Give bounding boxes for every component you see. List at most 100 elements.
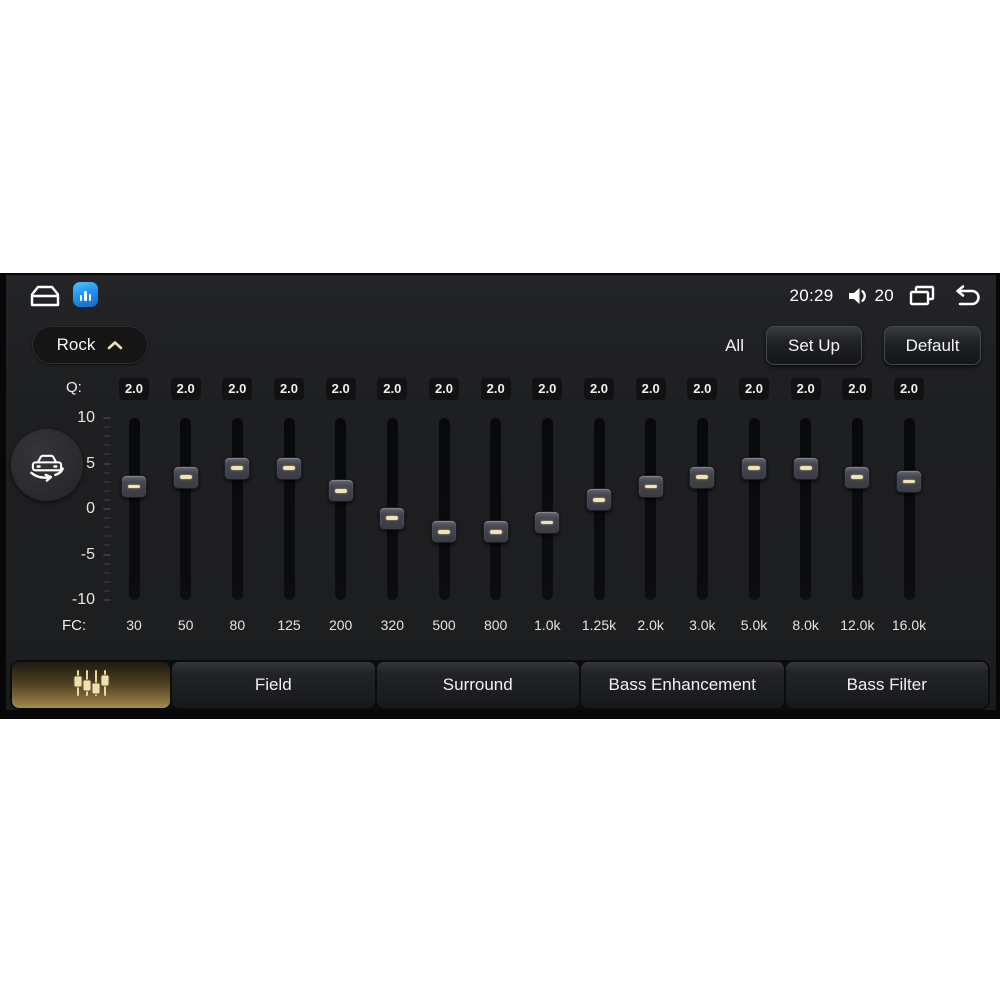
preset-label: Rock <box>56 335 96 354</box>
axis-tick <box>103 417 111 419</box>
axis-tick <box>103 535 111 538</box>
slider-fill <box>232 468 242 600</box>
slider-fill <box>594 500 604 600</box>
fc-value: 125 <box>277 617 301 633</box>
axis-label: -5 <box>80 545 95 563</box>
fc-value: 1.25k <box>581 617 617 633</box>
slider-handle[interactable] <box>121 474 147 498</box>
q-value: 2.0 <box>222 378 253 400</box>
fc-value: 500 <box>432 617 456 633</box>
back-icon[interactable] <box>950 284 982 308</box>
q-value: 2.0 <box>739 378 769 400</box>
slider-handle[interactable] <box>896 470 922 494</box>
slider-handle[interactable] <box>844 465 871 489</box>
tab-equalizer[interactable] <box>12 662 170 708</box>
recent-apps-icon[interactable] <box>907 284 937 308</box>
volume-icon <box>846 285 870 307</box>
slider-handle[interactable] <box>586 488 612 512</box>
axis-tick <box>103 571 111 574</box>
slider-handle[interactable] <box>534 511 561 535</box>
axis-tick <box>103 498 111 501</box>
slider-handle[interactable] <box>689 465 716 489</box>
tab-bass-filter[interactable]: Bass Filter <box>785 662 988 708</box>
axis-tick <box>103 589 111 592</box>
head-unit-screen: 20:29 20 Rock All Set Up Default Q: FC: … <box>0 273 1000 719</box>
axis-label: 10 <box>77 409 95 426</box>
q-value: 2.0 <box>584 378 614 400</box>
slider-fill <box>284 468 294 600</box>
tab-label: Field <box>254 675 292 694</box>
slider-handle[interactable] <box>172 465 199 489</box>
q-value: 2.0 <box>170 378 201 400</box>
car-sound-button[interactable] <box>11 429 83 501</box>
slider-handle[interactable] <box>327 479 354 503</box>
chevron-up-icon <box>107 340 123 350</box>
slider-fill <box>801 468 811 600</box>
tab-bass-enhancement[interactable]: Bass Enhancement <box>581 662 784 708</box>
slider-handle[interactable] <box>379 506 406 530</box>
home-icon[interactable] <box>28 283 62 307</box>
default-button[interactable]: Default <box>884 326 981 365</box>
slider-fill <box>904 482 914 600</box>
slider-fill <box>387 518 397 600</box>
q-value: 2.0 <box>119 378 149 400</box>
slider-handle[interactable] <box>276 456 302 480</box>
q-value: 2.0 <box>842 378 873 400</box>
axis-tick <box>103 580 111 583</box>
car-sound-icon <box>30 454 64 482</box>
fc-value: 16.0k <box>891 617 927 633</box>
axis-tick <box>103 553 111 556</box>
fc-value: 200 <box>328 617 353 633</box>
axis-label: -10 <box>71 591 95 608</box>
axis-tick <box>103 480 111 483</box>
q-value: 2.0 <box>687 378 718 400</box>
slider-fill <box>336 491 346 600</box>
q-value: 2.0 <box>429 378 459 400</box>
fc-value: 8.0k <box>792 617 819 633</box>
slider-handle[interactable] <box>637 474 664 498</box>
q-value: 2.0 <box>377 378 408 400</box>
fc-value: 80 <box>229 617 246 633</box>
slider-fill <box>181 477 191 600</box>
volume-level: 20 <box>874 286 894 305</box>
axis-label: 0 <box>86 500 95 517</box>
preset-selector[interactable]: Rock <box>32 326 148 364</box>
axis-tick <box>103 508 111 510</box>
fc-value: 50 <box>177 617 194 633</box>
tab-field[interactable]: Field <box>172 662 375 708</box>
axis-tick <box>103 444 111 447</box>
q-value: 2.0 <box>532 378 563 400</box>
axis-tick <box>103 562 111 565</box>
q-value: 2.0 <box>325 378 356 400</box>
q-value: 2.0 <box>480 378 511 400</box>
fc-value: 30 <box>126 617 142 633</box>
fc-value: 320 <box>380 617 404 633</box>
slider-fill <box>852 477 862 600</box>
q-value: 2.0 <box>274 378 304 400</box>
bottom-tab-bar: Field Surround Bass Enhancement Bass Filter <box>10 660 990 710</box>
fc-value: 12.0k <box>840 617 875 633</box>
q-value: 2.0 <box>790 378 821 400</box>
fc-value: 3.0k <box>689 617 716 633</box>
axis-tick <box>103 435 111 438</box>
slider-handle[interactable] <box>224 456 251 480</box>
ai-app-icon[interactable] <box>73 282 98 307</box>
slider-handle[interactable] <box>741 456 767 480</box>
all-label[interactable]: All <box>725 336 744 356</box>
q-row-label: Q: <box>66 379 82 396</box>
set-up-button[interactable]: Set Up <box>766 326 862 365</box>
q-value: 2.0 <box>635 378 666 400</box>
page: 20:29 20 Rock All Set Up Default Q: FC: … <box>0 0 1000 1000</box>
fc-value: 800 <box>483 617 508 633</box>
slider-handle[interactable] <box>431 520 457 544</box>
slider-handle[interactable] <box>792 456 819 480</box>
fc-value: 1.0k <box>534 617 561 633</box>
axis-tick <box>103 462 111 465</box>
equalizer-sliders-icon <box>68 667 114 704</box>
slider-handle[interactable] <box>482 520 509 544</box>
tab-surround[interactable]: Surround <box>376 662 579 708</box>
fc-row-label: FC: <box>62 617 87 634</box>
status-bar: 20:29 20 <box>789 281 982 311</box>
axis-tick <box>103 599 111 601</box>
slider-fill <box>542 523 552 600</box>
